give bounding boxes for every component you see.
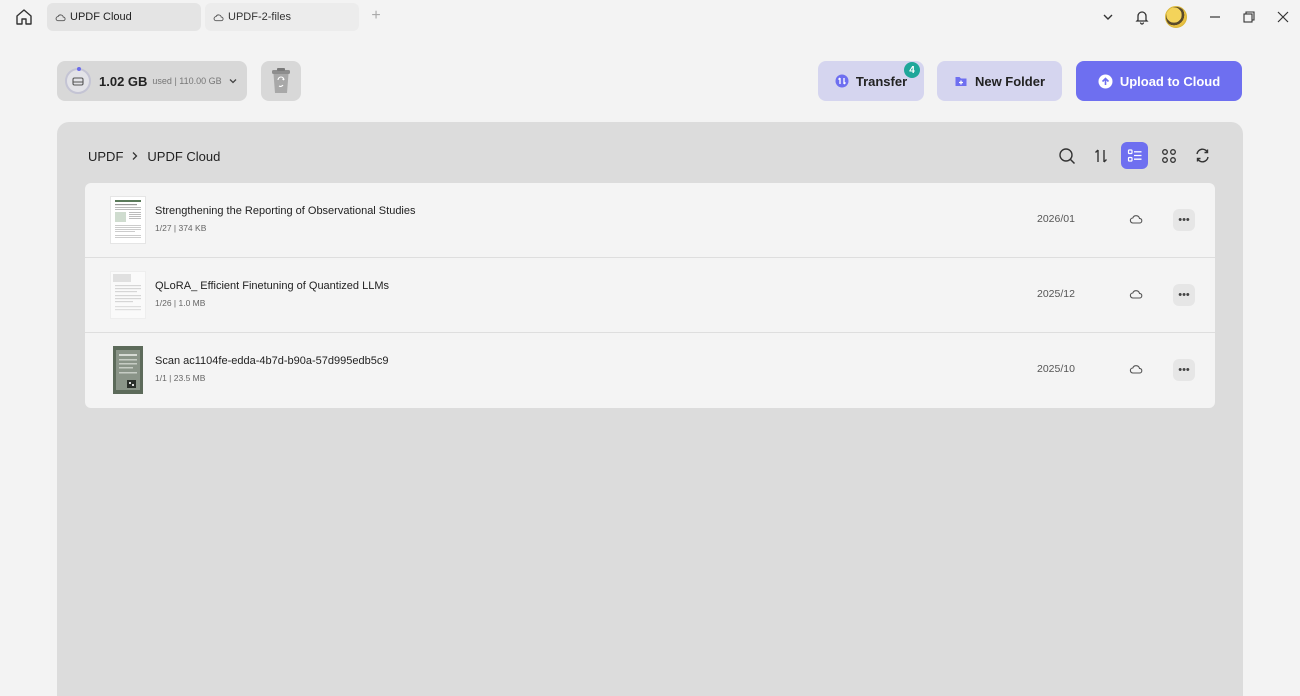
file-name: Scan ac1104fe-edda-4b7d-b90a-57d995edb5c…	[155, 355, 389, 367]
more-options-button[interactable]: •••	[1173, 359, 1195, 381]
more-icon: •••	[1178, 214, 1190, 226]
list-view-button[interactable]	[1121, 142, 1148, 169]
file-meta: 1/26 | 1.0 MB	[155, 298, 206, 308]
cloud-icon	[1129, 365, 1143, 374]
file-name: Strengthening the Reporting of Observati…	[155, 205, 416, 217]
file-name: QLoRA_ Efficient Finetuning of Quantized…	[155, 280, 389, 292]
more-options-button[interactable]: •••	[1173, 284, 1195, 306]
breadcrumb-root[interactable]: UPDF	[88, 149, 123, 164]
file-meta: 1/1 | 23.5 MB	[155, 373, 206, 383]
file-thumbnail	[110, 271, 146, 319]
breadcrumb: UPDF UPDF Cloud	[88, 148, 220, 164]
storage-detail: used | 110.00 GB	[152, 76, 222, 86]
file-row[interactable]: QLoRA_ Efficient Finetuning of Quantized…	[85, 258, 1215, 333]
upload-icon	[1098, 74, 1113, 88]
transfer-count-badge: 4	[904, 62, 920, 78]
cloud-icon	[213, 13, 224, 21]
more-options-button[interactable]: •••	[1173, 209, 1195, 231]
refresh-button[interactable]	[1189, 142, 1216, 169]
storage-dropdown[interactable]: 1.02 GB used | 110.00 GB	[57, 61, 247, 101]
title-bar: UPDF Cloud UPDF-2-files +	[0, 0, 1300, 34]
upload-label: Upload to Cloud	[1119, 73, 1221, 89]
cloud-icon	[55, 13, 66, 21]
new-folder-button[interactable]: New Folder	[937, 61, 1062, 101]
add-tab-icon[interactable]: +	[368, 8, 384, 24]
chevron-right-icon	[132, 152, 138, 160]
transfer-label: Transfer	[855, 73, 908, 89]
more-icon: •••	[1178, 364, 1190, 376]
file-date: 2026/01	[1037, 213, 1075, 225]
file-date: 2025/10	[1037, 363, 1075, 375]
search-icon	[1058, 147, 1075, 164]
chevron-down-icon[interactable]	[1097, 6, 1119, 28]
new-folder-icon	[955, 77, 967, 86]
storage-used: 1.02 GB	[99, 73, 148, 89]
more-icon: •••	[1178, 289, 1190, 301]
tab-label: UPDF-2-files	[228, 11, 291, 23]
file-date: 2025/12	[1037, 288, 1075, 300]
transfer-icon	[835, 74, 849, 88]
tab-updf-cloud[interactable]: UPDF Cloud	[47, 3, 201, 31]
cloud-icon	[1129, 290, 1143, 299]
file-thumbnail	[113, 346, 143, 394]
chevron-down-icon	[229, 79, 237, 84]
file-row[interactable]: Scan ac1104fe-edda-4b7d-b90a-57d995edb5c…	[85, 333, 1215, 408]
search-button[interactable]	[1053, 142, 1080, 169]
close-icon[interactable]	[1272, 6, 1294, 28]
list-view-icon	[1127, 148, 1141, 162]
cloud-icon	[1129, 215, 1143, 224]
bell-icon[interactable]	[1131, 6, 1153, 28]
upload-to-cloud-button[interactable]: Upload to Cloud	[1076, 61, 1242, 101]
file-row[interactable]: Strengthening the Reporting of Observati…	[85, 183, 1215, 258]
storage-icon	[65, 67, 91, 94]
new-folder-label: New Folder	[974, 73, 1046, 89]
avatar[interactable]	[1165, 6, 1187, 28]
trash-button[interactable]	[261, 61, 301, 101]
sort-icon	[1094, 149, 1107, 162]
file-thumbnail	[110, 196, 146, 244]
sort-button[interactable]	[1087, 142, 1114, 169]
minimize-icon[interactable]	[1204, 6, 1226, 28]
grid-view-button[interactable]	[1155, 142, 1182, 169]
home-icon[interactable]	[12, 6, 36, 28]
tab-label: UPDF Cloud	[70, 11, 132, 23]
file-list: Strengthening the Reporting of Observati…	[85, 183, 1215, 408]
refresh-icon	[1196, 148, 1209, 163]
file-meta: 1/27 | 374 KB	[155, 223, 207, 233]
trash-icon	[272, 68, 290, 93]
grid-view-icon	[1161, 148, 1176, 163]
breadcrumb-current: UPDF Cloud	[147, 148, 221, 164]
restore-icon[interactable]	[1238, 6, 1260, 28]
tab-updf-2-files[interactable]: UPDF-2-files	[205, 3, 359, 31]
